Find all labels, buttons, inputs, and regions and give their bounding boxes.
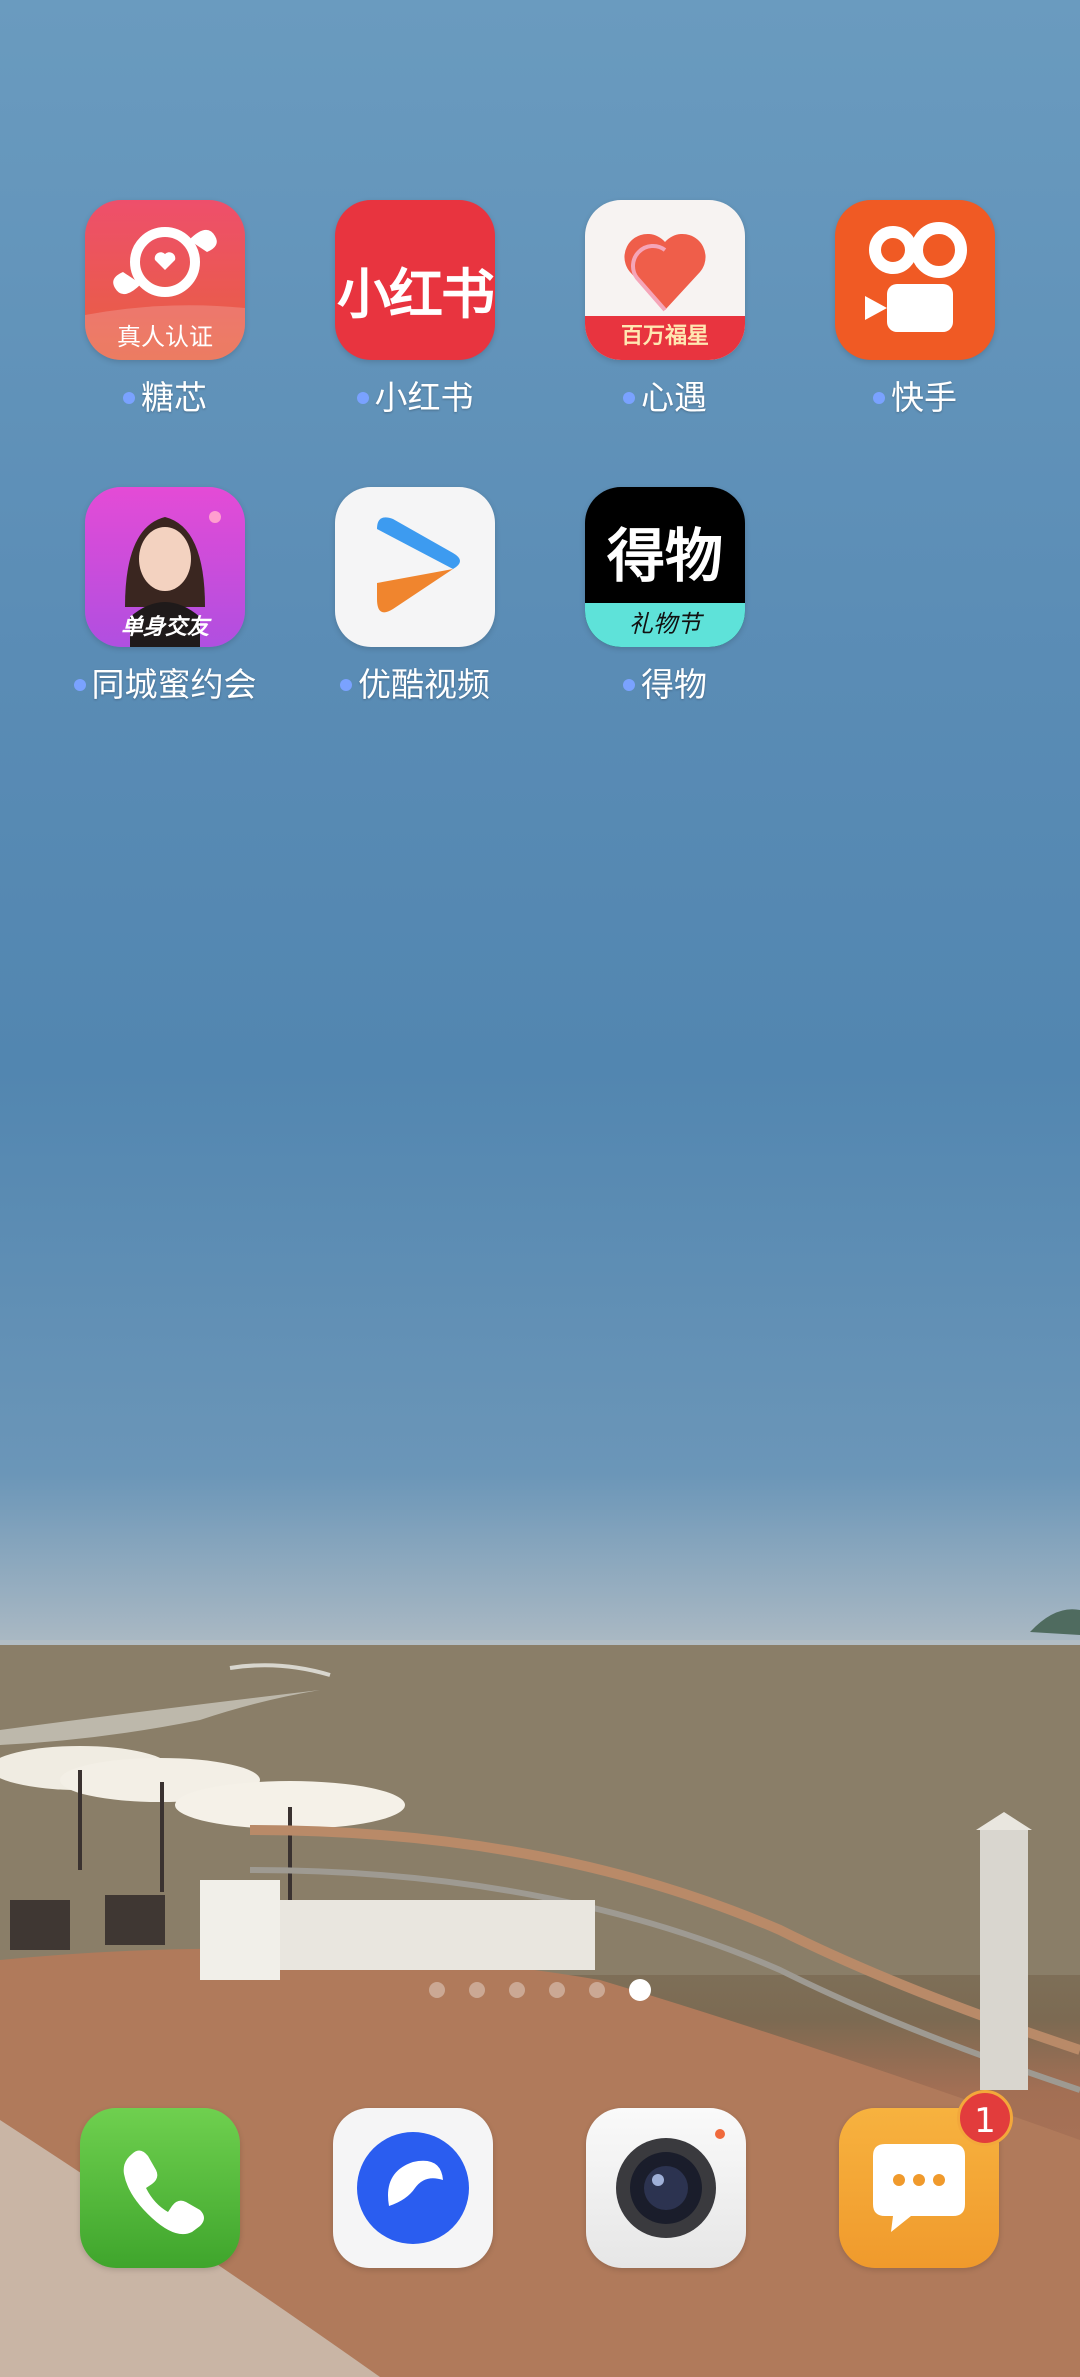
heart-candy-icon: 真人认证 [85, 200, 245, 360]
avatar-portrait-icon: 单身交友 [85, 487, 245, 647]
phone-icon [80, 2108, 240, 2268]
logo-text: 得物 [606, 522, 723, 590]
update-dot [123, 392, 135, 404]
dock-phone[interactable] [80, 2108, 240, 2268]
app-label: 心遇 [641, 378, 707, 417]
app-label: 小红书 [374, 378, 474, 417]
app-label: 糖芯 [141, 378, 207, 417]
notification-badge: 1 [957, 2090, 1013, 2146]
icon-caption: 百万福星 [620, 324, 709, 349]
page-dot [549, 1982, 565, 1998]
icon-caption: 单身交友 [120, 615, 209, 640]
dock-messages[interactable]: 1 [839, 2090, 1013, 2268]
app-label: 优酷视频 [358, 665, 490, 704]
update-dot [623, 679, 635, 691]
app-kuaishou[interactable]: 快手 [790, 200, 1040, 418]
update-dot [873, 392, 885, 404]
app-xinyu[interactable]: 百万福星 心遇 [540, 200, 790, 418]
page-dot [429, 1982, 445, 1998]
browser-icon [333, 2108, 493, 2268]
update-dot [73, 679, 86, 691]
app-tangxin[interactable]: 真人认证 糖芯 [40, 200, 290, 418]
xiaohongshu-logo-icon: 小红书 [335, 200, 495, 360]
page-dot [469, 1982, 485, 1998]
dock-camera[interactable] [586, 2108, 746, 2268]
page-dot-active [629, 1979, 651, 2001]
heart-tag-icon: 百万福星 [585, 200, 745, 360]
dock-browser[interactable] [333, 2108, 493, 2268]
youku-play-icon [335, 487, 495, 647]
update-dot [356, 392, 369, 404]
update-dot [623, 392, 635, 404]
dewu-logo-icon: 得物 礼物节 [585, 487, 745, 647]
app-label: 得物 [641, 665, 707, 704]
app-youku[interactable]: 优酷视频 [290, 487, 540, 705]
app-label: 快手 [891, 378, 957, 417]
icon-caption: 礼物节 [629, 610, 701, 638]
camera-icon [586, 2108, 746, 2268]
app-tongcheng-miyuehui[interactable]: 单身交友 同城蜜约会 [40, 487, 290, 705]
app-xiaohongshu[interactable]: 小红书 小红书 [290, 200, 540, 418]
kuaishou-camera-icon [835, 200, 995, 360]
page-dot [589, 1982, 605, 1998]
app-dewu[interactable]: 得物 礼物节 得物 [540, 487, 790, 705]
logo-text: 小红书 [337, 263, 495, 326]
update-dot [340, 679, 352, 691]
page-indicator[interactable] [0, 1979, 1080, 2001]
app-label: 同城蜜约会 [91, 665, 257, 704]
page-dot [509, 1982, 525, 1998]
icon-caption: 真人认证 [117, 323, 213, 351]
